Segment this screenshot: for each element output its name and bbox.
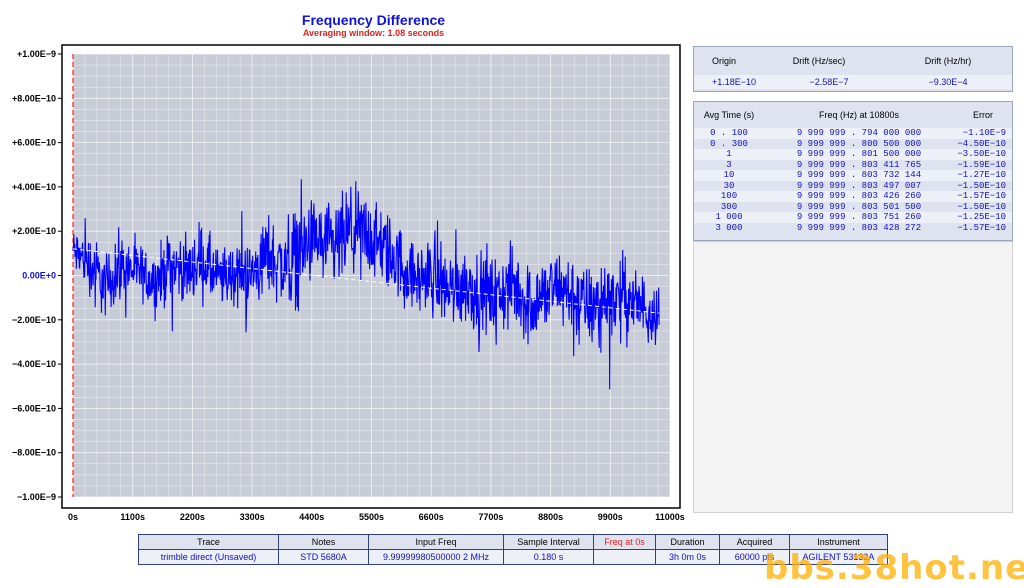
x-tick-label: 4400s (299, 512, 324, 522)
trace-col-header: Sample Interval (504, 535, 594, 549)
trace-col-header: Acquired (720, 535, 790, 549)
avg-time-table: Avg Time (s) Freq (Hz) at 10800s Error 0… (693, 101, 1013, 241)
trace-col-value (594, 550, 656, 564)
trace-col-value: 3h 0m 0s (656, 550, 720, 564)
trace-col-header: Notes (279, 535, 369, 549)
x-tick-label: 5500s (359, 512, 384, 522)
avg-rows: 0 . 100 9 999 999 . 794 000 000 −1.10E−9 0 … (694, 128, 1012, 233)
origin-value: +1.18E−10 (711, 77, 757, 87)
avg-time-cell: 1 000 (715, 212, 743, 222)
y-tick-label: +2.00E−10 (12, 226, 56, 236)
trace-col-header: Input Freq (369, 535, 504, 549)
y-tick-label: +1.00E−9 (17, 49, 56, 59)
drift-hr-header: Drift (Hz/hr) (924, 56, 972, 66)
trace-col-header: Freq at 0s (594, 535, 656, 549)
avg-row: 1 000 9 999 999 . 803 751 260 −1.25E−10 (694, 212, 1012, 223)
side-panel (693, 241, 1013, 513)
freq-cell: 9 999 999 . 803 501 500 (796, 201, 922, 212)
trace-col-header: Duration (656, 535, 720, 549)
y-tick-label: −4.00E−10 (12, 359, 56, 369)
freq-cell: 9 999 999 . 803 411 765 (796, 159, 922, 170)
freq-cell: 9 999 999 . 803 426 260 (796, 191, 922, 201)
error-cell: −1.57E−10 (957, 191, 1006, 201)
origin-header: Origin (711, 56, 736, 66)
error-cell: −1.10E−9 (962, 128, 1006, 138)
avg-row: 1 9 999 999 . 801 500 000 −3.50E−10 (694, 149, 1012, 160)
freq-cell: 9 999 999 . 800 500 000 (796, 138, 922, 149)
error-cell: −1.27E−10 (957, 170, 1006, 180)
watermark: bbs.38hot.net (764, 548, 1024, 588)
freq-cell: 9 999 999 . 803 751 260 (796, 212, 922, 222)
x-tick-label: 6600s (419, 512, 444, 522)
avg-row: 0 . 100 9 999 999 . 794 000 000 −1.10E−9 (694, 128, 1012, 139)
y-tick-label: −1.00E−9 (17, 492, 56, 502)
x-tick-label: 3300s (240, 512, 265, 522)
error-header: Error (973, 110, 993, 120)
avg-time-cell: 100 (720, 191, 738, 201)
drift-sec-value: −2.58E−7 (809, 77, 849, 87)
y-tick-label: −6.00E−10 (12, 403, 56, 413)
y-tick-label: +4.00E−10 (12, 182, 56, 192)
error-cell: −1.50E−10 (957, 180, 1006, 191)
error-cell: −1.57E−10 (957, 222, 1006, 233)
freq-cell: 9 999 999 . 794 000 000 (796, 128, 922, 138)
x-tick-label: 0s (68, 512, 78, 522)
avg-time-cell: 3 (726, 159, 732, 170)
avg-time-cell: 300 (720, 201, 738, 212)
x-tick-label: 8800s (538, 512, 563, 522)
error-cell: −4.50E−10 (957, 138, 1006, 149)
error-cell: −1.50E−10 (957, 201, 1006, 212)
drift-sec-header: Drift (Hz/sec) (792, 56, 846, 66)
trace-col-header: Instrument (817, 537, 860, 547)
avg-time-cell: 0 . 100 (710, 128, 748, 138)
y-tick-label: +6.00E−10 (12, 138, 56, 148)
freq-cell: 9 999 999 . 801 500 000 (796, 149, 922, 159)
trace-col-value: trimble direct (Unsaved) (139, 550, 279, 564)
x-tick-label: 1100s (120, 512, 145, 522)
freq-cell: 9 999 999 . 803 732 144 (796, 170, 922, 180)
avg-time-cell: 10 (723, 170, 735, 180)
x-tick-label: 11000s (655, 512, 685, 522)
y-tick-label: +8.00E−10 (12, 93, 56, 103)
avg-time-cell: 3 000 (715, 222, 743, 233)
avg-row: 100 9 999 999 . 803 426 260 −1.57E−10 (694, 191, 1012, 202)
x-tick-label: 7700s (478, 512, 503, 522)
frequency-chart: +1.00E−9 +8.00E−10 +6.00E−10 +4.00E−10 +2.00… (12, 44, 685, 522)
trace-col-value: 9.99999980500000 2 MHz (369, 550, 504, 564)
error-cell: −1.59E−10 (957, 159, 1006, 170)
avg-row: 3 000 9 999 999 . 803 428 272 −1.57E−10 (694, 222, 1012, 233)
freq-header: Freq (Hz) at 10800s (818, 110, 900, 120)
error-cell: −1.25E−10 (957, 212, 1006, 222)
freq-cell: 9 999 999 . 803 497 007 (796, 180, 922, 191)
trace-col-value: STD 5680A (279, 550, 369, 564)
origin-table: Origin Drift (Hz/sec) Drift (Hz/hr) +1.1… (693, 46, 1013, 92)
drift-hr-value: −9.30E−4 (928, 77, 968, 87)
avg-time-cell: 1 (726, 149, 732, 159)
error-cell: −3.50E−10 (957, 149, 1006, 159)
trace-col-value: 0.180 s (504, 550, 594, 564)
x-tick-label: 9900s (598, 512, 623, 522)
avg-row: 3 9 999 999 . 803 411 765 −1.59E−10 (694, 159, 1012, 170)
avg-time-header: Avg Time (s) (703, 110, 755, 120)
y-tick-label: 0.00E+0 (22, 271, 56, 281)
avg-time-cell: 0 . 300 (710, 138, 748, 149)
x-tick-label: 2200s (180, 512, 205, 522)
y-tick-label: −8.00E−10 (12, 448, 56, 458)
avg-time-cell: 30 (723, 180, 735, 191)
freq-cell: 9 999 999 . 803 428 272 (796, 222, 922, 233)
trace-col-header: Trace (139, 535, 279, 549)
avg-row: 10 9 999 999 . 803 732 144 −1.27E−10 (694, 170, 1012, 181)
avg-row: 0 . 300 9 999 999 . 800 500 000 −4.50E−10 (694, 138, 1012, 149)
avg-row: 30 9 999 999 . 803 497 007 −1.50E−10 (694, 180, 1012, 191)
y-tick-label: −2.00E−10 (12, 315, 56, 325)
avg-row: 300 9 999 999 . 803 501 500 −1.50E−10 (694, 201, 1012, 212)
